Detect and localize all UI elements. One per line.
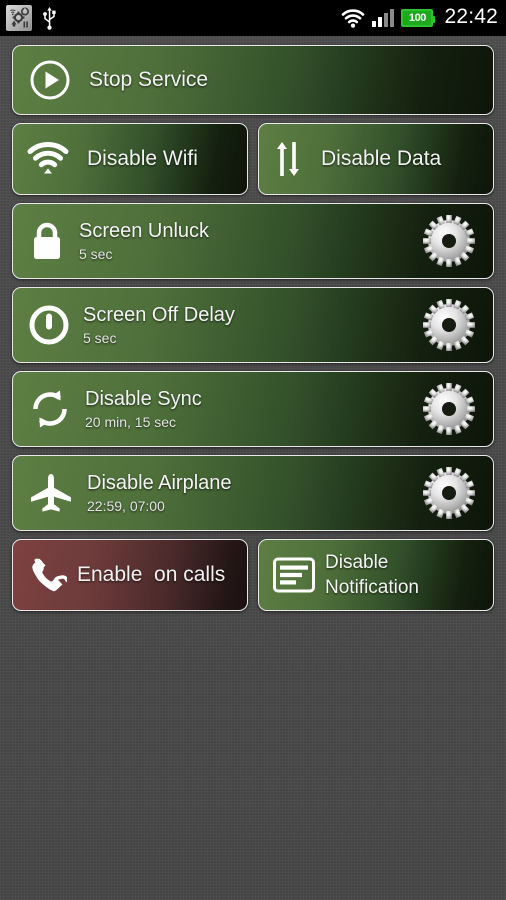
screen-off-delay-subtitle: 5 sec	[83, 329, 117, 346]
screen-unlock-row[interactable]: Screen Unluck 5 sec	[12, 203, 494, 279]
signal-bars-icon	[372, 9, 395, 27]
data-transfer-arrows-icon	[273, 140, 303, 178]
wifi-icon	[27, 142, 69, 176]
screen-off-delay-texts: Screen Off Delay 5 sec	[83, 303, 235, 348]
disable-wifi-button[interactable]: Disable Wifi	[12, 123, 248, 195]
status-bar-left-icons	[6, 5, 58, 31]
airplane-icon	[29, 472, 73, 514]
toggles-row: Disable Wifi Disable Data	[12, 123, 494, 195]
gear-icon[interactable]	[419, 463, 479, 523]
screen-unlock-subtitle: 5 sec	[79, 245, 113, 262]
battery-icon: 100	[401, 9, 436, 27]
phone-handset-icon	[27, 555, 67, 595]
gear-icon[interactable]	[419, 295, 479, 355]
disable-notification-line1: Disable	[325, 552, 389, 573]
disable-airplane-title: Disable Airplane	[87, 471, 232, 494]
disable-wifi-label: Disable Wifi	[87, 147, 198, 170]
screen-off-delay-row[interactable]: Screen Off Delay 5 sec	[12, 287, 494, 363]
stop-service-label: Stop Service	[89, 68, 209, 91]
disable-airplane-row[interactable]: Disable Airplane 22:59, 07:00	[12, 455, 494, 531]
disable-data-label: Disable Data	[321, 147, 442, 170]
screen-unlock-title: Screen Unluck	[79, 219, 210, 242]
app-settings-notification-icon	[6, 5, 32, 31]
stop-service-button[interactable]: Stop Service	[12, 45, 494, 115]
lock-icon	[29, 219, 65, 263]
disable-notification-button[interactable]: Disable Notification	[258, 539, 494, 611]
power-circle-icon	[29, 305, 69, 345]
disable-sync-title: Disable Sync	[85, 387, 202, 410]
status-bar[interactable]: 100 22:42	[0, 0, 506, 36]
wifi-icon	[341, 8, 365, 28]
usb-icon	[41, 6, 58, 30]
enable-on-calls-button[interactable]: Enable on calls	[12, 539, 248, 611]
notification-list-icon	[273, 556, 315, 594]
bottom-row: Enable on calls Disable Notification	[12, 539, 494, 611]
disable-airplane-subtitle: 22:59, 07:00	[87, 497, 165, 514]
disable-notification-label: Disable Notification	[325, 550, 419, 600]
status-bar-clock: 22:42	[444, 5, 498, 28]
enable-on-calls-label: Enable on calls	[77, 563, 226, 586]
play-circle-icon	[29, 59, 71, 101]
gear-icon[interactable]	[419, 379, 479, 439]
battery-level-label: 100	[408, 12, 427, 24]
disable-data-button[interactable]: Disable Data	[258, 123, 494, 195]
disable-sync-subtitle: 20 min, 15 sec	[85, 413, 177, 430]
gear-icon[interactable]	[419, 211, 479, 271]
disable-sync-texts: Disable Sync 20 min, 15 sec	[85, 387, 202, 432]
sync-refresh-icon	[29, 388, 71, 430]
disable-notification-line2: Notification	[325, 577, 419, 598]
disable-sync-row[interactable]: Disable Sync 20 min, 15 sec	[12, 371, 494, 447]
screen-off-delay-title: Screen Off Delay	[83, 303, 235, 326]
status-bar-right-icons: 100 22:42	[341, 5, 498, 30]
screen-unlock-texts: Screen Unluck 5 sec	[79, 219, 209, 264]
main-content: Stop Service Disable Wifi Disable Data S…	[0, 36, 506, 611]
disable-airplane-texts: Disable Airplane 22:59, 07:00	[87, 471, 232, 516]
